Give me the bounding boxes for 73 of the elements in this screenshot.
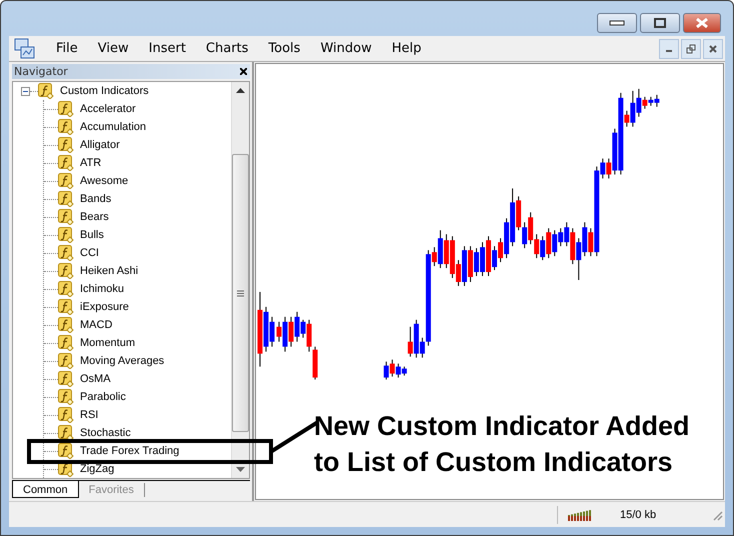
collapse-button[interactable] — [21, 86, 30, 96]
minimize-icon — [609, 20, 625, 26]
scroll-thumb[interactable] — [232, 154, 249, 432]
indicator-icon — [58, 263, 74, 279]
indicator-icon — [58, 173, 74, 189]
indicator-icon — [58, 155, 74, 171]
maximize-icon — [654, 18, 666, 28]
tree-item[interactable]: Stochastic — [80, 427, 131, 439]
tree-item[interactable]: Awesome — [80, 175, 128, 187]
maximize-button[interactable] — [640, 13, 680, 33]
annotation-text: New Custom Indicator Added — [314, 410, 690, 443]
restore-icon — [686, 44, 696, 54]
close-icon — [240, 68, 247, 75]
indicator-icon — [58, 209, 74, 225]
indicator-icon — [58, 317, 74, 333]
indicator-icon — [58, 137, 74, 153]
menu-item[interactable]: Help — [382, 41, 432, 56]
indicator-icon — [58, 371, 74, 387]
tree-item[interactable]: OsMA — [80, 373, 111, 385]
tree-item[interactable]: iExposure — [80, 301, 129, 313]
tree-item[interactable]: Bulls — [80, 229, 104, 241]
indicator-icon — [58, 281, 74, 297]
tree-item[interactable]: CCI — [80, 247, 99, 259]
close-icon — [694, 17, 710, 29]
tree-item[interactable]: Parabolic — [80, 391, 126, 403]
menu-item[interactable]: Charts — [196, 41, 258, 56]
tree-item[interactable]: Custom Indicators — [60, 85, 149, 97]
tree-item[interactable]: Heiken Ashi — [80, 265, 138, 277]
indicator-icon — [58, 245, 74, 261]
indicator-icon — [58, 443, 74, 459]
tree-item[interactable]: Trade Forex Trading — [80, 445, 180, 457]
traffic-counter: 15/0 kb — [620, 508, 656, 520]
resize-grip-icon[interactable] — [711, 508, 723, 520]
tree-item[interactable]: RSI — [80, 409, 98, 421]
menu-item[interactable]: Window — [310, 41, 382, 56]
tab[interactable]: Common — [12, 481, 79, 498]
restore-button[interactable] — [681, 38, 701, 58]
tree-item[interactable]: Ichimoku — [80, 283, 124, 295]
menu-item[interactable]: Tools — [258, 41, 310, 56]
indicator-icon — [38, 83, 54, 99]
connection-bars-icon — [568, 508, 592, 520]
menu-item[interactable]: Insert — [138, 41, 196, 56]
menu-item[interactable]: View — [88, 41, 139, 56]
tree-item[interactable]: Accumulation — [80, 121, 146, 133]
tree-item[interactable]: ZigZag — [80, 463, 114, 475]
close-button[interactable] — [237, 65, 250, 78]
indicator-icon — [58, 119, 74, 135]
tree-item[interactable]: MACD — [80, 319, 112, 331]
tree-item[interactable]: Bears — [80, 211, 109, 223]
panel-title: Navigator — [14, 65, 69, 78]
indicator-icon — [58, 299, 74, 315]
indicator-icon — [58, 335, 74, 351]
tree-item[interactable]: Moving Averages — [80, 355, 164, 367]
scrollbar[interactable] — [231, 82, 249, 478]
indicator-icon — [58, 407, 74, 423]
indicator-icon — [58, 227, 74, 243]
annotation-text: to List of Custom Indicators — [314, 446, 674, 479]
indicator-icon — [58, 353, 74, 369]
indicator-icon — [58, 425, 74, 441]
tree-item[interactable]: Bands — [80, 193, 112, 205]
indicator-icon — [58, 101, 74, 117]
close-icon — [709, 44, 717, 52]
tree-item[interactable]: Alligator — [80, 139, 120, 151]
minimize-button[interactable] — [659, 38, 679, 58]
indicator-icon — [58, 191, 74, 207]
app-icon[interactable] — [14, 38, 36, 60]
tree-item[interactable]: Accelerator — [80, 103, 136, 115]
minimize-button[interactable] — [597, 13, 637, 33]
tree-item[interactable]: Momentum — [80, 337, 136, 349]
tree-item[interactable]: ATR — [80, 157, 102, 169]
menu-item[interactable]: File — [46, 41, 88, 56]
indicator-icon — [58, 389, 74, 405]
close-button[interactable] — [703, 38, 723, 58]
